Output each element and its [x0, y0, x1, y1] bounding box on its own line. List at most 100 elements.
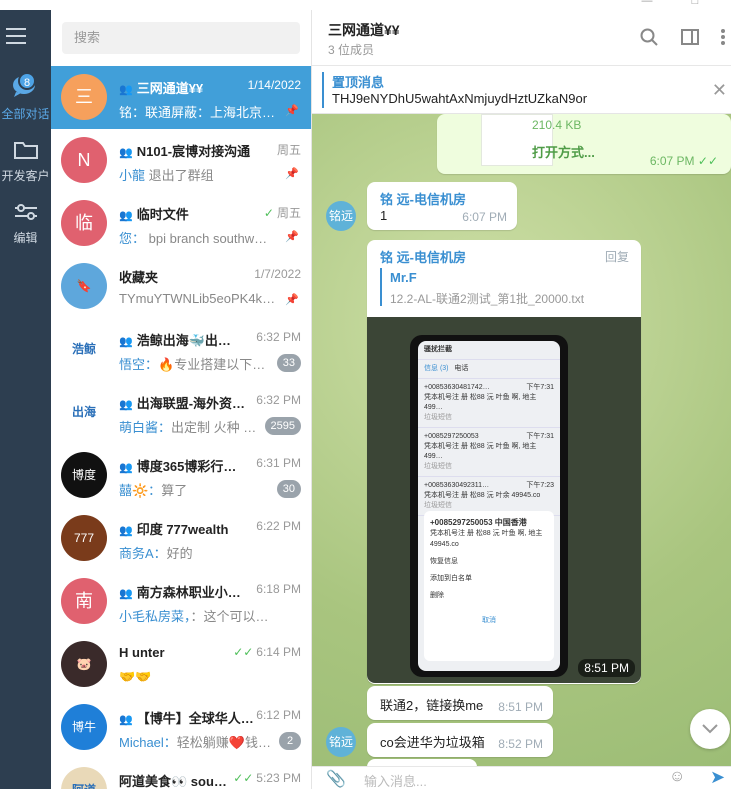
- chat-list-item[interactable]: 🐷 H unter ✓✓ 6:14 PM 🤝🤝: [51, 633, 311, 696]
- close-icon[interactable]: ✕: [712, 80, 727, 101]
- chat-list-item[interactable]: 博度 👥 博度365博彩行… 6:31 PM 囍🔆：算了 30: [51, 444, 311, 507]
- message-bubble[interactable]: 铭 远-电信机房 1 6:07 PM: [367, 182, 517, 230]
- phone-screen: 骚扰拦截 信息 (3) 电话 +0085363048174​2… 下午7:31 凭本…: [410, 335, 568, 677]
- message-input[interactable]: 输入消息...: [364, 771, 427, 789]
- chat-time: 6:22 PM: [256, 519, 301, 533]
- avatar: 南: [61, 578, 107, 624]
- chat-list-item[interactable]: 三 👥 三网通道¥¥ 1/14/2022 铭：联通屏蔽：上海北京… 📌: [51, 66, 311, 129]
- avatar: 博牛: [61, 704, 107, 750]
- unread-badge: 33: [276, 354, 301, 372]
- chat-name: 👥 印度 777wealth: [119, 522, 229, 537]
- reply-bar: [380, 268, 382, 306]
- chat-header[interactable]: 三网通道¥¥ 3 位成员: [312, 10, 731, 66]
- avatar: 博度: [61, 452, 107, 498]
- chat-preview: TYmuYTWNLib5eoPK4kZ…: [119, 291, 279, 306]
- pinned-text: THJ9eNYDhU5wahtAxNmjuydHztUZkaN9or: [332, 91, 588, 106]
- chat-time: 6:12 PM: [256, 708, 301, 722]
- chat-list-item[interactable]: 南 👥南方森林职业小… 6:18 PM 小毛私房菜，：这个可以拿来…: [51, 570, 311, 633]
- send-icon[interactable]: ➤: [710, 767, 725, 788]
- chat-list-item[interactable]: 博牛 👥 【博牛】全球华人… 6:12 PM Michael：轻松躺赚❤️钱… 2: [51, 696, 311, 759]
- pin-icon: 📌: [285, 294, 299, 306]
- folder-edit[interactable]: 编辑: [0, 202, 51, 246]
- chat-list-item[interactable]: 临 👥 临时文件 ✓ 周五 您： bpi branch southw… 📌: [51, 192, 311, 255]
- search-icon[interactable]: [640, 28, 658, 51]
- group-icon: 👥: [119, 147, 133, 159]
- conversation-panel: 三网通道¥¥ 3 位成员 置顶消息 THJ9eNYDhU5wahtAxNmjuy…: [312, 10, 731, 789]
- message-bubble[interactable]: co会进华为垃圾箱 8:52 PM: [367, 723, 553, 757]
- group-icon: 👥: [119, 399, 133, 411]
- emoji-icon[interactable]: ☺: [669, 768, 685, 786]
- file-message[interactable]: 210.4 KB 打开方式... 6:07 PM ✓✓: [437, 114, 731, 174]
- message-time: 6:07 PM ✓✓: [649, 154, 718, 168]
- read-ticks-icon: ✓✓: [233, 645, 254, 659]
- photo-time: 8:51 PM: [578, 659, 635, 677]
- unread-badge: 30: [276, 480, 301, 498]
- chat-list-item[interactable]: 🔖 收藏夹 1/7/2022 TYmuYTWNLib5eoPK4kZ… 📌: [51, 255, 311, 318]
- chat-name: 👥 三网通道¥¥: [119, 81, 204, 96]
- folder-label: 开发客户: [1, 169, 50, 183]
- phone-photo[interactable]: 骚扰拦截 信息 (3) 电话 +0085363048174​2… 下午7:31 凭本…: [367, 317, 641, 683]
- sidebar-toggle-icon[interactable]: [681, 28, 699, 51]
- folder-label: 编辑: [13, 231, 38, 245]
- avatar: 阿道: [61, 767, 107, 789]
- folder-rail: 8 全部对话 开发客户 编辑: [0, 10, 51, 789]
- chat-time: 周五: [276, 143, 301, 157]
- avatar: 出海: [61, 389, 107, 435]
- pin-icon: 📌: [285, 231, 299, 243]
- read-ticks-icon: ✓✓: [697, 154, 718, 168]
- reply-label[interactable]: 回复: [605, 248, 629, 265]
- avatar[interactable]: 铭远: [326, 201, 356, 231]
- attach-icon[interactable]: 📎: [326, 769, 346, 789]
- pinned-title: 置顶消息: [332, 75, 385, 90]
- chat-title: 三网通道¥¥: [328, 22, 400, 38]
- chat-preview: 您： bpi branch southw…: [119, 231, 268, 246]
- group-icon: 👥: [119, 210, 133, 222]
- chat-list-item[interactable]: N 👥 N101-宸博对接沟通 周五 小龍 退出了群组 📌: [51, 129, 311, 192]
- message-time: 6:07 PM: [462, 210, 507, 224]
- pin-icon: 📌: [285, 168, 299, 180]
- chat-preview: 悟空：🔥专业搭建以下…: [119, 357, 266, 372]
- chat-time: ✓✓ 5:23 PM: [233, 771, 301, 785]
- message-bubble[interactable]: 联通2，链接换me 8:51 PM: [367, 686, 553, 720]
- group-icon: 👥: [119, 525, 133, 537]
- more-vertical-icon[interactable]: [720, 28, 726, 51]
- minimize-icon[interactable]: —: [640, 0, 654, 7]
- chat-time: 6:32 PM: [256, 393, 301, 407]
- group-icon: 👥: [119, 336, 133, 348]
- message-text: 1: [380, 208, 388, 223]
- maximize-icon[interactable]: □: [688, 0, 702, 7]
- search-input[interactable]: 搜索: [62, 22, 300, 54]
- sms-popup: +0085297250053 中国香港 凭本机号注 册 松88 沅 叶鱼 啊, …: [424, 511, 554, 661]
- menu-icon[interactable]: [6, 28, 26, 49]
- reply-author: Mr.F: [390, 270, 417, 285]
- open-with-link[interactable]: 打开方式...: [532, 142, 595, 161]
- chat-list-item[interactable]: 阿道阿道美食👀 sou…✓✓5:23 PMOK: [51, 759, 311, 789]
- chat-preview: 商务A：好的: [119, 546, 193, 561]
- message-author[interactable]: 铭 远-电信机房: [380, 247, 466, 266]
- message-author[interactable]: 铭 远-电信机房: [380, 189, 466, 208]
- chat-preview: 囍🔆：算了: [119, 483, 188, 498]
- message-input-bar: 📎 输入消息... ☺ ➤: [312, 766, 731, 789]
- message-time: 8:51 PM: [498, 700, 543, 714]
- group-icon: 👥: [119, 84, 133, 96]
- chat-preview: 萌白酱：出定制 火种 …: [119, 420, 257, 435]
- message-text: 联通2，链接换me: [380, 698, 484, 713]
- pinned-message-bar[interactable]: 置顶消息 THJ9eNYDhU5wahtAxNmjuydHztUZkaN9or …: [312, 66, 731, 114]
- avatar: 临: [61, 200, 107, 246]
- chat-list-item[interactable]: 777 👥 印度 777wealth 6:22 PM 商务A：好的: [51, 507, 311, 570]
- folder-all-chats[interactable]: 8 全部对话: [0, 72, 51, 122]
- folder-dev-clients[interactable]: 开发客户: [0, 140, 51, 184]
- avatar[interactable]: 铭远: [326, 727, 356, 757]
- group-icon: 👥: [119, 714, 133, 726]
- chat-preview: 🤝🤝: [119, 669, 152, 684]
- chat-name: 👥 浩鲸出海🐳出…: [119, 333, 231, 348]
- sms-rows: +0085363048174​2… 下午7:31 凭本机号注 册 松88 沅 叶鱼 …: [418, 379, 560, 516]
- chat-list-item[interactable]: 出海 👥 出海联盟-海外资… 6:32 PM 萌白酱：出定制 火种 … 2595: [51, 381, 311, 444]
- chat-time: 6:32 PM: [256, 330, 301, 344]
- chat-time: ✓✓ 6:14 PM: [233, 645, 301, 659]
- chat-list-item[interactable]: 浩鲸 👥 浩鲸出海🐳出… 6:32 PM 悟空：🔥专业搭建以下… 33: [51, 318, 311, 381]
- scroll-down-button[interactable]: [690, 709, 730, 749]
- message-text: co会进华为垃圾箱: [380, 735, 485, 750]
- avatar: 🐷: [61, 641, 107, 687]
- chat-list-panel: 搜索 三 👥 三网通道¥¥ 1/14/2022 铭：联通屏蔽：上海北京… 📌 N 👥 N101-…: [51, 10, 312, 789]
